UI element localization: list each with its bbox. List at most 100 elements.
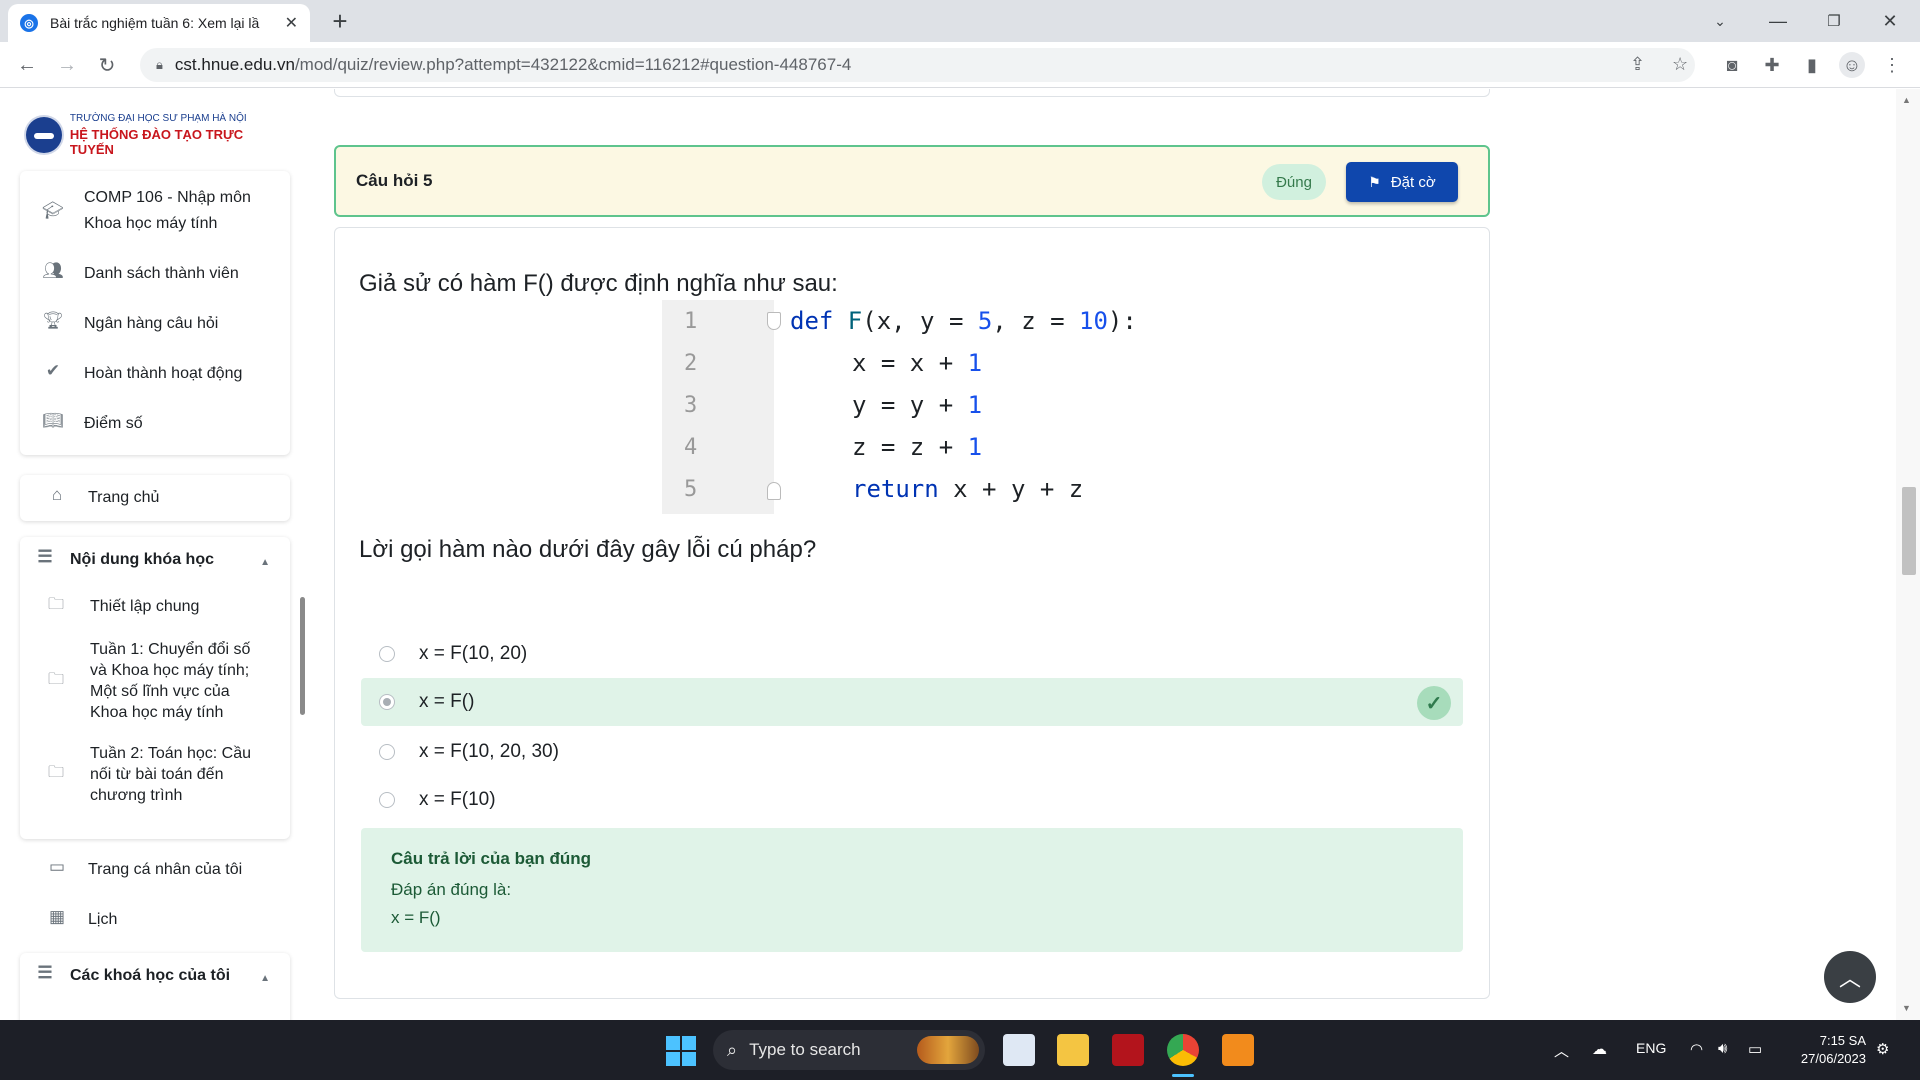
page-scrollbar-thumb[interactable] <box>1902 487 1916 575</box>
bookmark-star-icon[interactable]: ☆ <box>1672 54 1688 75</box>
code-line-text: def F(x, y = 5, z = 10): <box>790 307 1137 335</box>
battery-icon[interactable]: ▭ <box>1748 1040 1762 1058</box>
code-line: 3 y = y + 1 <box>662 384 1162 426</box>
windows-start-icon[interactable] <box>666 1036 696 1066</box>
section-week-1[interactable]: 🗀︎ Tuần 1: Chuyển đổi số và Khoa học máy… <box>20 639 280 723</box>
reload-icon[interactable]: ↻ <box>92 50 122 80</box>
question-info-header: Câu hỏi 5 Đúng ⚑ Đặt cờ <box>334 145 1490 217</box>
taskbar-search[interactable]: ⌕ Type to search <box>713 1030 985 1070</box>
answer-radio[interactable] <box>379 744 395 760</box>
fold-marker-icon <box>767 312 781 330</box>
section-week-2[interactable]: 🗀︎ Tuần 2: Toán học: Cầu nối từ bài toán… <box>20 743 280 806</box>
taskbar-clock[interactable]: 7:15 SA 27/06/2023 <box>1786 1032 1866 1068</box>
site-favicon-icon: ◎ <box>20 14 38 32</box>
question-number: Câu hỏi 5 <box>356 171 433 190</box>
search-highlight-image <box>917 1036 979 1064</box>
windows-taskbar: ⌕ Type to search ︿ ☁ ENG ◠ 🔊︎ ▭ 7:15 SA … <box>0 1020 1920 1080</box>
correct-check-icon: ✓ <box>1417 686 1451 720</box>
answer-radio[interactable] <box>379 694 395 710</box>
red-app-icon[interactable] <box>1112 1034 1144 1066</box>
volume-icon[interactable]: 🔊︎ <box>1718 1040 1727 1057</box>
minimize-icon[interactable]: — <box>1750 0 1806 42</box>
code-line: 4 z = z + 1 <box>662 426 1162 468</box>
book-icon: 📖︎ <box>42 411 64 430</box>
folder-icon: 🗀︎ <box>48 670 65 688</box>
address-bar[interactable]: 🔒︎ cst.hnue.edu.vn/mod/quiz/review.php?a… <box>140 48 1695 82</box>
nav-home[interactable]: ⌂ Trang chủ <box>20 485 290 511</box>
code-line-number: 4 <box>684 434 698 460</box>
users-icon: 👥︎ <box>42 261 64 280</box>
new-tab-button[interactable]: + <box>325 6 355 36</box>
site-logo[interactable]: TRƯỜNG ĐẠI HỌC SƯ PHẠM HÀ NỘI HỆ THỐNG Đ… <box>20 109 290 161</box>
course-nav-question-bank[interactable]: 🏆︎ Ngân hàng câu hỏi <box>20 311 290 337</box>
course-nav-completion[interactable]: ✔ Hoàn thành hoạt động <box>20 361 290 387</box>
scroll-down-arrow-icon[interactable]: ▼ <box>1902 1003 1911 1013</box>
back-icon[interactable]: ← <box>12 50 42 80</box>
graduation-cap-icon: 🎓︎ <box>42 201 64 220</box>
onedrive-icon[interactable]: ☁ <box>1592 1040 1607 1058</box>
page-viewport: TRƯỜNG ĐẠI HỌC SƯ PHẠM HÀ NỘI HỆ THỐNG Đ… <box>0 89 1920 1020</box>
tray-overflow-chevron-icon[interactable]: ︿ <box>1554 1040 1569 1061</box>
course-nav-grades[interactable]: 📖︎ Điểm số <box>20 411 290 437</box>
nav-calendar[interactable]: ▦ Lịch <box>20 907 290 933</box>
course-content-scrollbar[interactable] <box>300 597 305 715</box>
question-prompt-text: Lời gọi hàm nào dưới đây gây lỗi cú pháp… <box>359 536 817 563</box>
share-icon[interactable]: ⇪ <box>1630 54 1645 75</box>
previous-question-card <box>334 89 1490 97</box>
close-window-icon[interactable]: ✕ <box>1862 0 1918 42</box>
search-icon: ⌕ <box>727 1039 738 1060</box>
chrome-menu-icon[interactable]: ⋮ <box>1879 52 1905 78</box>
folder-icon: 🗀︎ <box>48 596 65 613</box>
answer-option[interactable]: x = F(10) <box>361 776 1463 824</box>
answer-option[interactable]: x = F(10, 20, 30) <box>361 728 1463 776</box>
question-state-badge: Đúng <box>1262 164 1326 200</box>
forward-icon[interactable]: → <box>52 50 82 80</box>
file-explorer-app-icon[interactable] <box>1057 1034 1089 1066</box>
chrome-app-icon[interactable] <box>1167 1034 1199 1066</box>
screenshot-camera-icon[interactable]: ◙ <box>1719 52 1745 78</box>
course-content-card: ☰ Nội dung khóa học ▲ 🗀︎ Thiết lập chung… <box>20 537 305 839</box>
answer-option[interactable]: x = F() ✓ <box>361 678 1463 726</box>
notification-icon[interactable]: ⚙ <box>1876 1040 1889 1058</box>
scroll-up-arrow-icon[interactable]: ▲ <box>1902 95 1911 105</box>
section-general[interactable]: 🗀︎ Thiết lập chung <box>20 593 280 620</box>
list-icon: ☰ <box>37 963 53 982</box>
answer-feedback: Câu trả lời của bạn đúng Đáp án đúng là:… <box>361 828 1463 952</box>
extensions-puzzle-icon[interactable]: ✚ <box>1759 52 1785 78</box>
answer-option-text: x = F(10, 20) <box>419 643 528 664</box>
feedback-correct-answer: x = F() <box>391 908 441 927</box>
collapse-caret-icon[interactable]: ▲ <box>260 973 270 984</box>
browser-tab[interactable]: ◎ Bài trắc nghiệm tuần 6: Xem lại lầ ✕ <box>8 4 310 42</box>
flag-question-button[interactable]: ⚑ Đặt cờ <box>1346 162 1458 202</box>
back-to-top-button[interactable]: ︿ <box>1824 951 1876 1003</box>
my-courses-toggle[interactable]: ☰ Các khoá học của tôi <box>20 963 290 989</box>
close-tab-icon[interactable]: ✕ <box>285 13 298 33</box>
list-icon: ☰ <box>37 547 53 566</box>
code-line-text: y = y + 1 <box>852 391 983 419</box>
home-icon: ⌂ <box>51 485 63 504</box>
profile-avatar-icon[interactable]: ☺ <box>1839 52 1865 78</box>
code-line-text: z = z + 1 <box>852 433 983 461</box>
feedback-correct-label: Đáp án đúng là: <box>391 880 512 899</box>
calendar-icon: ▦ <box>48 907 66 926</box>
wifi-icon[interactable]: ◠ <box>1690 1040 1703 1058</box>
fold-marker-icon <box>767 482 781 500</box>
clock-time: 7:15 SA <box>1819 1033 1866 1048</box>
task-manager-app-icon[interactable] <box>1003 1034 1035 1066</box>
course-nav-participants[interactable]: 👥︎ Danh sách thành viên <box>20 261 290 287</box>
orange-app-icon[interactable] <box>1222 1034 1254 1066</box>
active-app-indicator <box>1172 1074 1194 1077</box>
answer-option-text: x = F() <box>419 691 475 712</box>
side-panel-icon[interactable]: ▮ <box>1799 52 1825 78</box>
input-language[interactable]: ENG <box>1636 1040 1666 1056</box>
answer-option[interactable]: x = F(10, 20) <box>361 630 1463 678</box>
tab-search-icon[interactable]: ⌄ <box>1692 0 1748 42</box>
nav-profile[interactable]: ▭ Trang cá nhân của tôi <box>20 857 290 883</box>
restore-icon[interactable]: ❐ <box>1806 0 1862 42</box>
course-content-toggle[interactable]: ☰ Nội dung khóa học <box>20 547 290 573</box>
answer-radio[interactable] <box>379 792 395 808</box>
profile-card-icon: ▭ <box>48 857 66 876</box>
collapse-caret-icon[interactable]: ▲ <box>260 557 270 568</box>
course-nav-course[interactable]: 🎓︎ COMP 106 - Nhập môn Khoa học máy tính <box>20 185 290 237</box>
answer-radio[interactable] <box>379 646 395 662</box>
